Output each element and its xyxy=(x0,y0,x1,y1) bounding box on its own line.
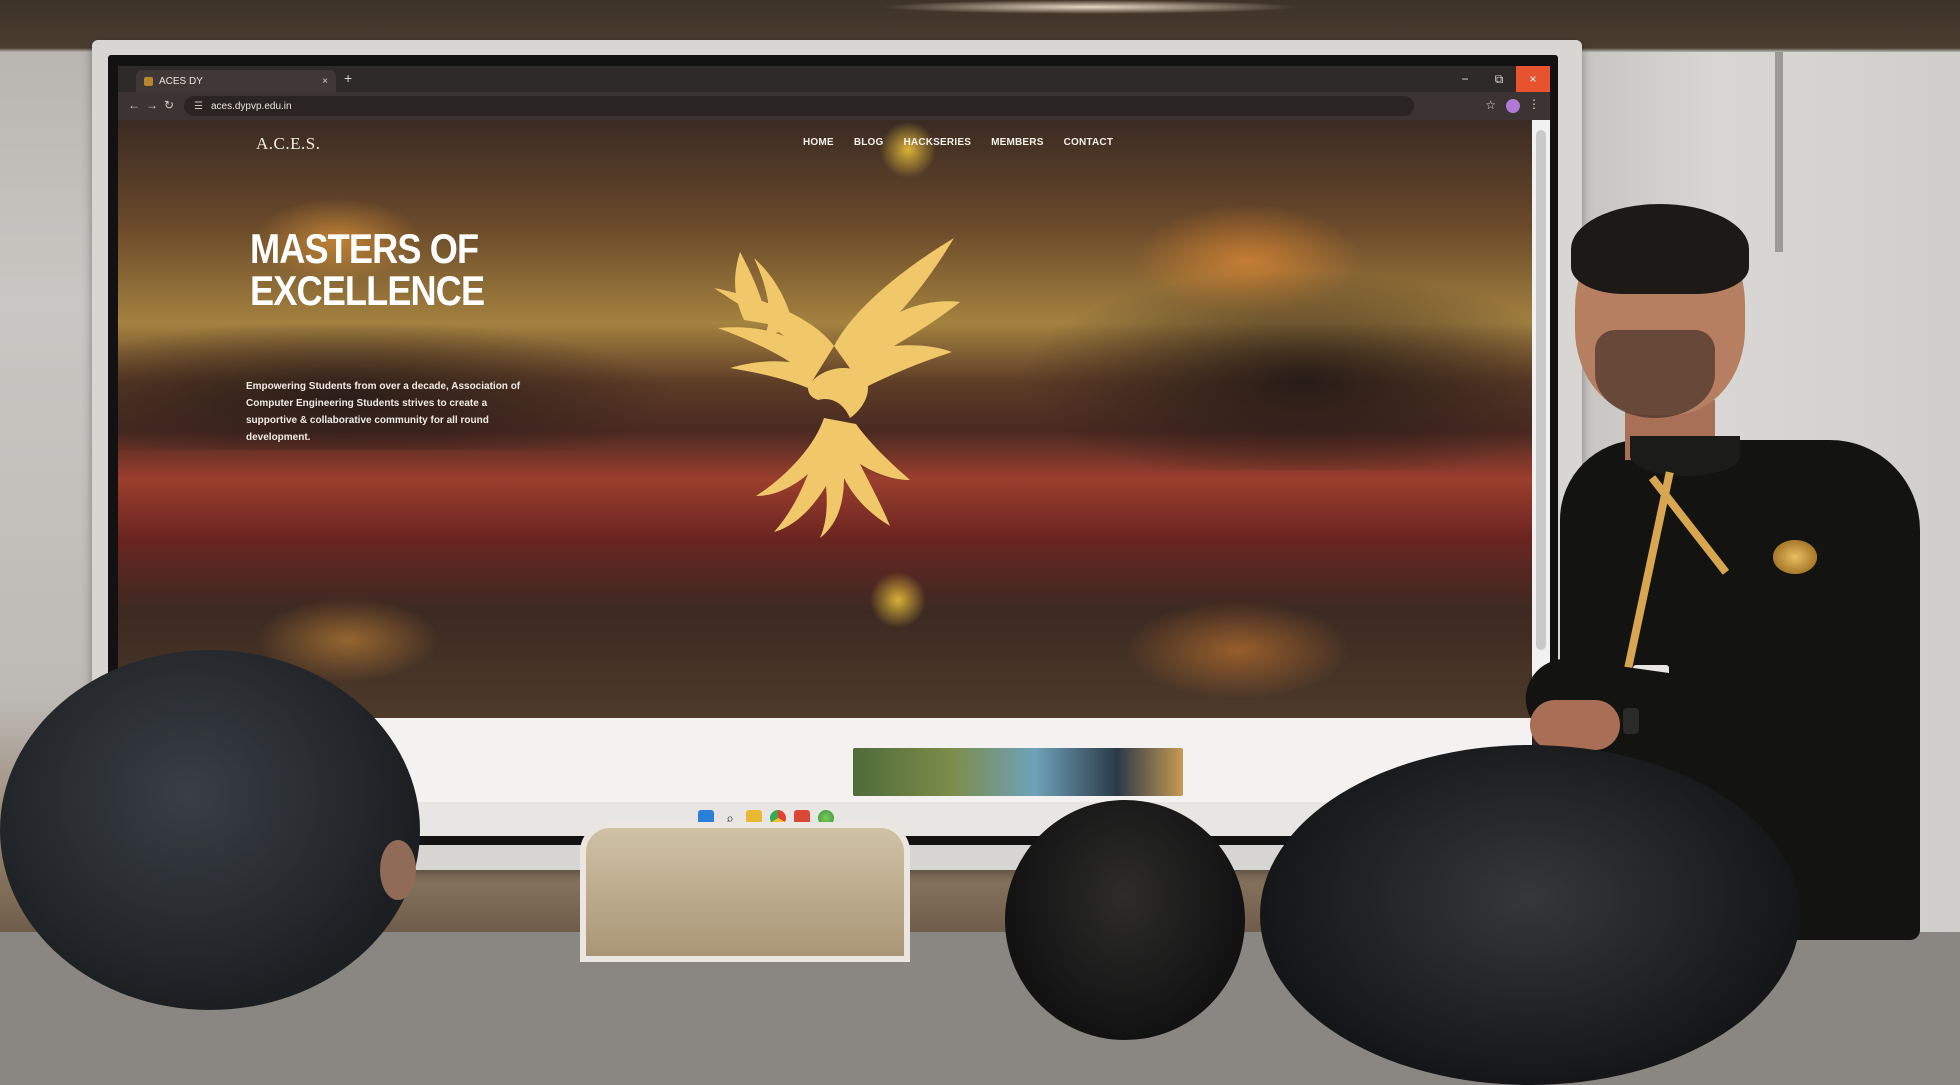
presenter-hand xyxy=(1530,700,1620,750)
hero-title: MASTERS OF EXCELLENCE xyxy=(250,225,485,314)
new-tab-button[interactable]: + xyxy=(344,70,352,86)
presenter-hair xyxy=(1571,204,1749,294)
taskbar-thumbnail-preview[interactable] xyxy=(853,748,1183,796)
phoenix-logo-icon xyxy=(714,238,960,538)
audience-head xyxy=(1260,745,1800,1085)
profile-avatar-icon[interactable] xyxy=(1506,99,1520,113)
browser-tab[interactable]: ACES DY × xyxy=(136,70,336,92)
url-text: aces.dypvp.edu.in xyxy=(210,100,292,112)
browser-tab-bar: ACES DY × + − ⧉ × xyxy=(118,66,1550,92)
favicon-icon xyxy=(144,76,153,86)
wristwatch xyxy=(1623,708,1639,734)
hero-background-shape xyxy=(1018,270,1532,470)
site-logo[interactable]: A.C.E.S. xyxy=(256,134,320,154)
reload-icon[interactable]: ↻ xyxy=(164,98,174,112)
nav-item-blog[interactable]: BLOG xyxy=(854,137,884,148)
nav-item-members[interactable]: MEMBERS xyxy=(991,137,1044,148)
address-bar[interactable]: ☰ aces.dypvp.edu.in xyxy=(184,96,1414,116)
audience-head xyxy=(0,650,420,1010)
minimize-button[interactable]: − xyxy=(1448,66,1482,92)
nav-item-contact[interactable]: CONTACT xyxy=(1064,137,1114,148)
audience-ear xyxy=(380,840,416,900)
hero-title-line: MASTERS OF xyxy=(250,225,479,272)
nav-item-hackseries[interactable]: HACKSERIES xyxy=(904,137,972,148)
menu-kebab-icon[interactable]: ⋮ xyxy=(1528,97,1540,111)
hero-description: Empowering Students from over a decade, … xyxy=(246,381,521,443)
audience-head xyxy=(1005,800,1245,1040)
presenter-collar xyxy=(1630,436,1740,476)
nav-item-home[interactable]: HOME xyxy=(803,137,834,148)
ceiling-light xyxy=(880,0,1300,14)
forward-arrow-icon[interactable]: → xyxy=(146,98,158,112)
presenter-beard xyxy=(1595,330,1715,418)
close-window-button[interactable]: × xyxy=(1516,66,1550,92)
back-arrow-icon[interactable]: ← xyxy=(128,98,140,112)
site-navigation: HOME BLOG HACKSERIES MEMBERS CONTACT xyxy=(803,137,1113,148)
maximize-button[interactable]: ⧉ xyxy=(1482,66,1516,92)
shirt-phoenix-emblem xyxy=(1773,540,1817,574)
site-info-icon[interactable]: ☰ xyxy=(194,101,203,112)
hero-title-line: EXCELLENCE xyxy=(250,267,485,314)
chair xyxy=(580,822,910,962)
web-page-hero: A.C.E.S. HOME BLOG HACKSERIES MEMBERS CO… xyxy=(118,120,1532,718)
tab-close-icon[interactable]: × xyxy=(322,76,328,87)
browser-toolbar: ← → ↻ ☰ aces.dypvp.edu.in ☆ ⋮ xyxy=(118,92,1550,120)
bookmark-star-icon[interactable]: ☆ xyxy=(1485,98,1496,112)
tab-title: ACES DY xyxy=(159,75,203,87)
